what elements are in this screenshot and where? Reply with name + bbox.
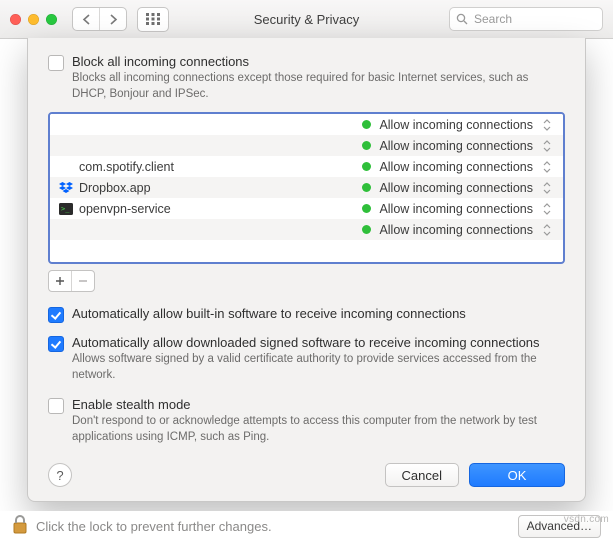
app-row[interactable]: Allow incoming connections — [50, 135, 563, 156]
sheet-footer: ? Cancel OK — [48, 463, 565, 487]
dropbox-icon — [58, 180, 73, 195]
app-status-control[interactable]: Allow incoming connections — [362, 181, 553, 195]
zoom-window-button[interactable] — [46, 14, 57, 25]
app-status-label: Allow incoming connections — [379, 181, 533, 195]
blank-icon — [58, 138, 73, 153]
auto-builtin-row: Automatically allow built-in software to… — [48, 306, 565, 323]
app-name: openvpn-service — [79, 202, 171, 216]
status-stepper-icon[interactable] — [541, 182, 553, 194]
stealth-checkbox[interactable] — [48, 398, 64, 414]
lock-icon[interactable] — [12, 515, 28, 538]
window-controls — [10, 14, 57, 25]
block-all-label: Block all incoming connections — [72, 54, 565, 69]
auto-signed-label: Automatically allow downloaded signed so… — [72, 335, 565, 350]
app-name: Dropbox.app — [79, 181, 151, 195]
status-stepper-icon[interactable] — [541, 224, 553, 236]
status-stepper-icon[interactable] — [541, 140, 553, 152]
nav-buttons — [72, 7, 127, 31]
app-row[interactable] — [50, 240, 563, 261]
svg-text:>_: >_ — [61, 205, 70, 213]
app-status-control[interactable]: Allow incoming connections — [362, 139, 553, 153]
status-dot-icon — [362, 225, 371, 234]
titlebar: Security & Privacy — [0, 0, 613, 39]
ok-button[interactable]: OK — [469, 463, 565, 487]
add-app-button[interactable] — [49, 271, 71, 291]
auto-builtin-checkbox[interactable] — [48, 307, 64, 323]
lock-text: Click the lock to prevent further change… — [36, 519, 272, 534]
block-all-row: Block all incoming connections Blocks al… — [48, 54, 565, 102]
app-status-label: Allow incoming connections — [379, 223, 533, 237]
app-status-control[interactable]: Allow incoming connections — [362, 160, 553, 174]
app-row[interactable]: >_ openvpn-service Allow incoming connecti… — [50, 198, 563, 219]
exec-icon: >_ — [58, 201, 73, 216]
firewall-options-sheet: Block all incoming connections Blocks al… — [27, 38, 586, 502]
app-status-label: Allow incoming connections — [379, 139, 533, 153]
minimize-window-button[interactable] — [28, 14, 39, 25]
grid-icon — [146, 13, 160, 25]
minus-icon — [78, 276, 88, 286]
search-input[interactable] — [472, 11, 596, 27]
status-stepper-icon[interactable] — [541, 119, 553, 131]
blank-icon — [58, 117, 73, 132]
status-dot-icon — [362, 141, 371, 150]
stealth-row: Enable stealth mode Don't respond to or … — [48, 397, 565, 445]
auto-signed-desc: Allows software signed by a valid certif… — [72, 352, 565, 383]
lock-bar: Click the lock to prevent further change… — [0, 511, 613, 541]
app-row[interactable]: Allow incoming connections — [50, 114, 563, 135]
blank-icon — [58, 243, 73, 258]
app-status-label: Allow incoming connections — [379, 118, 533, 132]
forward-button[interactable] — [99, 8, 126, 30]
advanced-button[interactable]: Advanced… — [518, 515, 601, 538]
status-stepper-icon[interactable] — [541, 203, 553, 215]
add-remove-control — [48, 270, 95, 292]
chevron-right-icon — [109, 14, 118, 25]
app-row[interactable]: Dropbox.app Allow incoming connections — [50, 177, 563, 198]
stealth-desc: Don't respond to or acknowledge attempts… — [72, 414, 565, 445]
app-list[interactable]: Allow incoming connections Allow incoming… — [48, 112, 565, 264]
app-name: com.spotify.client — [79, 160, 174, 174]
block-all-checkbox[interactable] — [48, 55, 64, 71]
auto-builtin-label: Automatically allow built-in software to… — [72, 306, 565, 321]
auto-signed-checkbox[interactable] — [48, 336, 64, 352]
status-dot-icon — [362, 183, 371, 192]
chevron-left-icon — [82, 14, 91, 25]
app-row[interactable]: com.spotify.client Allow incoming connect… — [50, 156, 563, 177]
search-icon — [456, 13, 468, 25]
app-status-control[interactable]: Allow incoming connections — [362, 202, 553, 216]
status-dot-icon — [362, 204, 371, 213]
stealth-label: Enable stealth mode — [72, 397, 565, 412]
block-all-desc: Blocks all incoming connections except t… — [72, 71, 565, 102]
app-status-label: Allow incoming connections — [379, 202, 533, 216]
plus-icon — [55, 276, 65, 286]
app-row[interactable]: Allow incoming connections — [50, 219, 563, 240]
back-button[interactable] — [73, 8, 99, 30]
status-dot-icon — [362, 162, 371, 171]
app-status-control[interactable]: Allow incoming connections — [362, 118, 553, 132]
app-status-control[interactable]: Allow incoming connections — [362, 223, 553, 237]
show-all-button[interactable] — [137, 7, 169, 32]
help-button[interactable]: ? — [48, 463, 72, 487]
search-field[interactable] — [449, 7, 603, 31]
auto-signed-row: Automatically allow downloaded signed so… — [48, 335, 565, 383]
blank-icon — [58, 222, 73, 237]
cancel-button[interactable]: Cancel — [385, 463, 459, 487]
status-stepper-icon[interactable] — [541, 161, 553, 173]
app-status-label: Allow incoming connections — [379, 160, 533, 174]
none-icon — [58, 159, 73, 174]
close-window-button[interactable] — [10, 14, 21, 25]
remove-app-button[interactable] — [71, 271, 94, 291]
status-dot-icon — [362, 120, 371, 129]
